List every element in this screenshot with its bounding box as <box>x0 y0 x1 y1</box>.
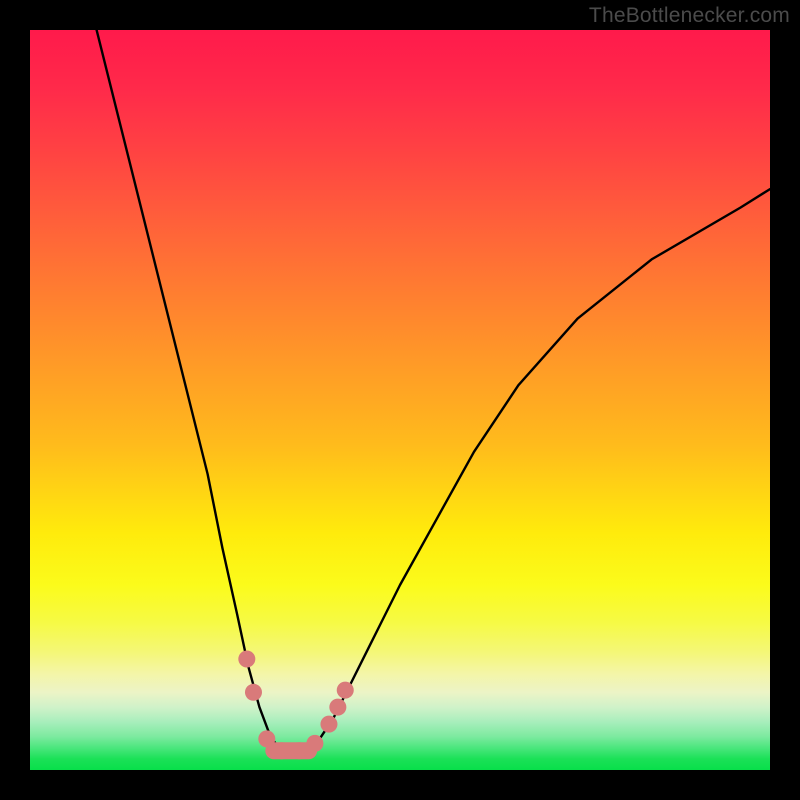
data-marker <box>306 735 323 752</box>
chart-plot-area <box>30 30 770 770</box>
data-marker <box>337 682 354 699</box>
data-marker <box>291 742 308 759</box>
data-marker <box>273 742 290 759</box>
attribution-label: TheBottlenecker.com <box>589 4 790 28</box>
chart-frame: TheBottlenecker.com <box>0 0 800 800</box>
data-marker <box>320 716 337 733</box>
data-marker <box>258 730 275 747</box>
data-marker <box>238 650 255 667</box>
data-marker <box>245 684 262 701</box>
bottleneck-curve <box>97 30 770 753</box>
data-marker <box>329 699 346 716</box>
chart-svg <box>30 30 770 770</box>
